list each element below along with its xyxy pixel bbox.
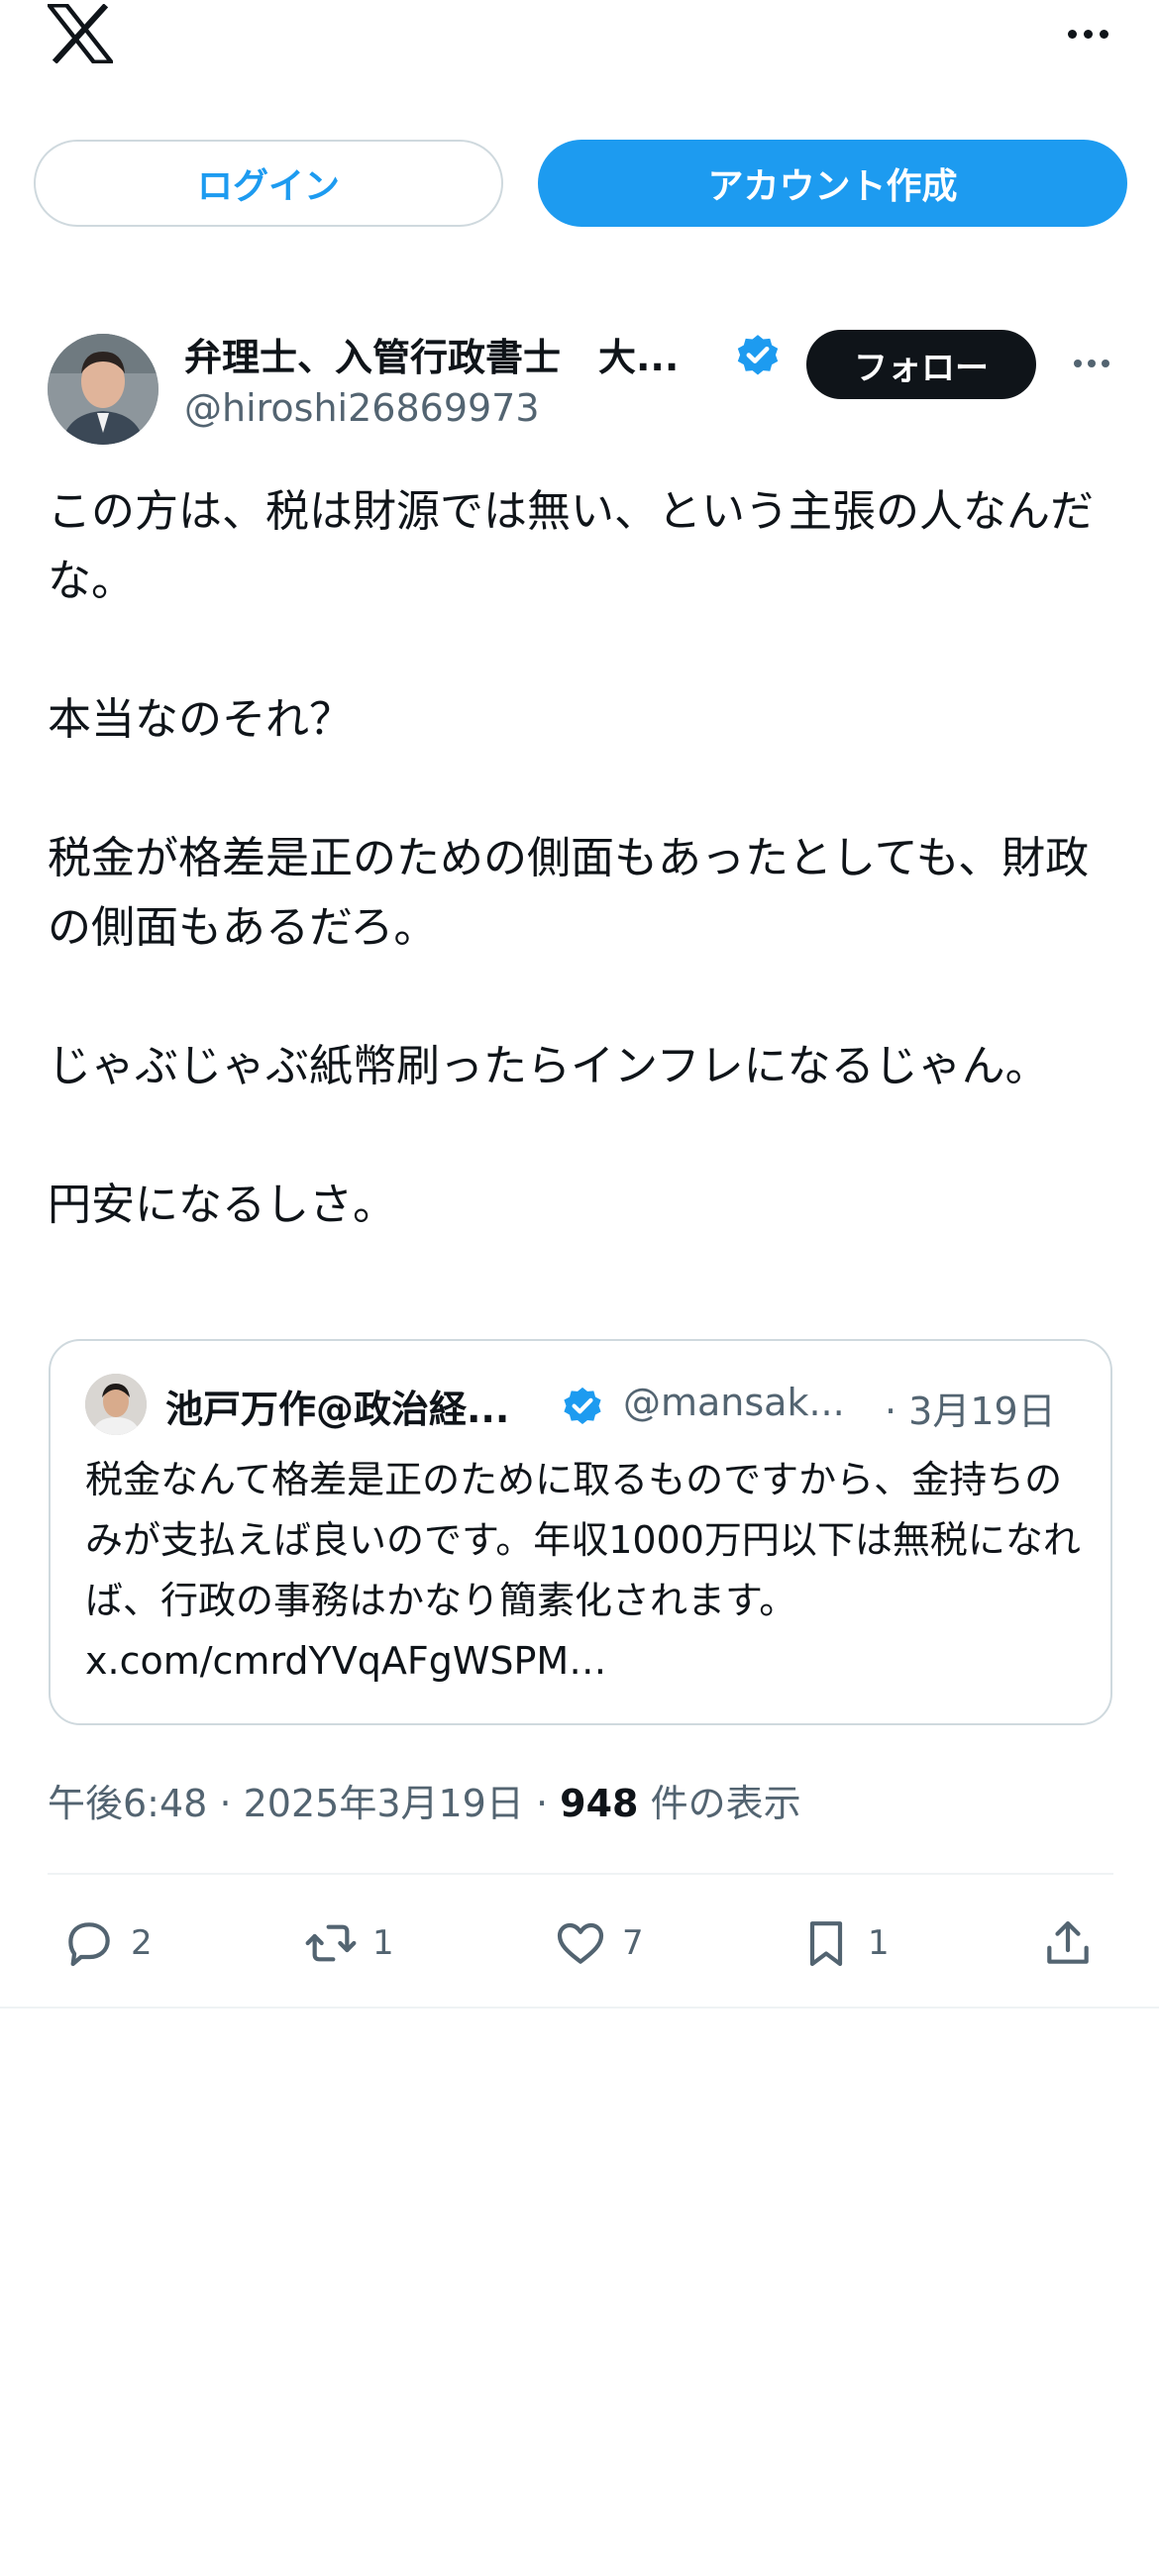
divider [0,2007,1159,2009]
quoted-author-avatar [85,1374,147,1435]
bookmark-icon [809,1921,843,1967]
tweet-time[interactable]: 午後6:48 [48,1782,207,1825]
share-icon [1047,1921,1089,1964]
login-button[interactable]: ログイン [34,140,503,227]
quoted-verified-badge-icon [564,1387,601,1425]
reply-button[interactable]: 2 [61,1894,153,1993]
divider [48,1873,1113,1875]
views-label: 件の表示 [650,1782,801,1825]
meta-separator: · [219,1782,232,1825]
reply-icon [68,1922,110,1967]
tweet-date[interactable]: 2025年3月19日 [244,1782,524,1825]
tweet-more-icon[interactable] [1062,349,1121,378]
bookmark-button[interactable]: 1 [798,1894,890,1993]
top-bar [0,0,1159,89]
reply-count: 2 [131,1923,153,1963]
share-button[interactable] [1040,1894,1096,1993]
follow-button[interactable]: フォロー [806,330,1036,399]
meta-separator: · [535,1782,549,1825]
author-name[interactable]: 弁理士、入管行政書士 大... [184,327,679,381]
views-count: 948 [560,1782,639,1825]
retweet-button[interactable]: 1 [303,1894,394,1993]
tweet-metadata: 午後6:48 · 2025年3月19日 · 948 件の表示 [48,1773,801,1827]
author-handle[interactable]: @hiroshi26869973 [184,386,540,430]
quoted-text: 税金なんて格差是正のために取るものですから、金持ちのみが支払えば良いのです。年収… [85,1458,1081,1683]
retweet-count: 1 [372,1923,394,1963]
author-avatar[interactable] [48,334,158,445]
quoted-author-name: 池戸万作@政治経... [165,1388,510,1431]
action-bar: 2 1 7 1 [0,1894,1159,1993]
verified-badge-icon [737,335,779,375]
like-button[interactable]: 7 [553,1894,644,1993]
tweet-text: この方は、税は財源では無い、という主張の人なんだな。 本当なのそれ？ 税金が格差… [48,486,1094,1230]
heart-icon [557,1922,604,1964]
quoted-tweet[interactable]: 池戸万作@政治経... @mansak... · 3月19日 税金なんて格差是正… [49,1339,1112,1725]
x-logo-icon[interactable] [48,4,113,63]
bookmark-count: 1 [868,1923,890,1963]
create-account-button[interactable]: アカウント作成 [538,140,1127,227]
more-options-icon[interactable] [1058,14,1117,53]
like-count: 7 [622,1923,644,1963]
quoted-date: · 3月19日 [885,1390,1056,1433]
quoted-author-handle: @mansak... [623,1381,845,1424]
retweet-icon [305,1924,357,1962]
